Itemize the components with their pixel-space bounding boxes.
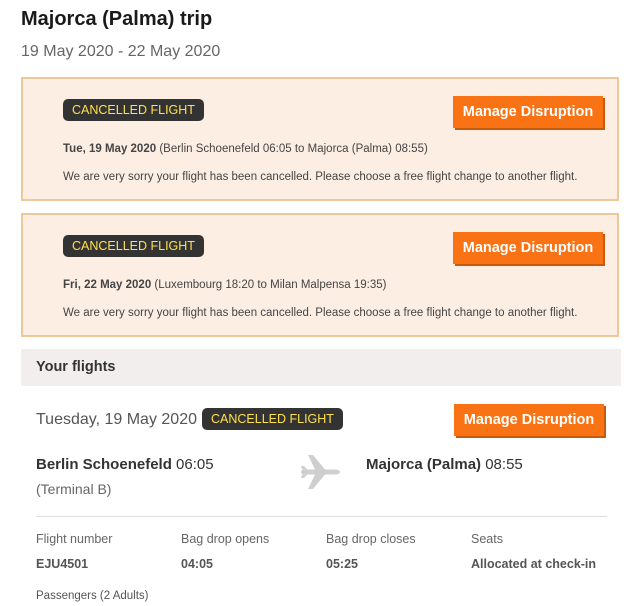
alert-flight-date: Fri, 22 May 2020 bbox=[63, 279, 152, 291]
divider bbox=[36, 516, 607, 517]
destination-time: 08:55 bbox=[481, 456, 523, 473]
seats-label: Seats bbox=[471, 532, 503, 546]
bag-drop-opens-value: 04:05 bbox=[181, 557, 213, 571]
cancelled-flight-badge: CANCELLED FLIGHT bbox=[63, 235, 204, 257]
flight-number-label: Flight number bbox=[36, 532, 113, 546]
alert-flight-info: Tue, 19 May 2020 (Berlin Schoenefeld 06:… bbox=[63, 143, 428, 155]
trip-title: Majorca (Palma) trip bbox=[21, 8, 213, 30]
alert-flight-route: (Luxembourg 18:20 to Milan Malpensa 19:3… bbox=[151, 279, 387, 291]
seats-value: Allocated at check-in bbox=[471, 557, 597, 571]
disruption-alert: CANCELLED FLIGHT Manage Disruption Tue, … bbox=[21, 77, 619, 201]
alert-message: We are very sorry your flight has been c… bbox=[63, 307, 578, 319]
passengers-count: Passengers (2 Adults) bbox=[36, 590, 149, 602]
trip-dates: 19 May 2020 - 22 May 2020 bbox=[21, 43, 221, 60]
origin-name: Berlin Schoenefeld bbox=[36, 456, 172, 473]
bag-drop-opens-label: Bag drop opens bbox=[181, 532, 270, 546]
alert-flight-info: Fri, 22 May 2020 (Luxembourg 18:20 to Mi… bbox=[63, 279, 387, 291]
manage-disruption-button[interactable]: Manage Disruption bbox=[453, 96, 603, 128]
cancelled-flight-badge: CANCELLED FLIGHT bbox=[202, 408, 343, 430]
destination-airport: Majorca (Palma) 08:55 bbox=[366, 456, 523, 473]
your-flights-heading: Your flights bbox=[36, 359, 116, 375]
origin-terminal: (Terminal B) bbox=[36, 481, 112, 497]
plane-icon bbox=[298, 453, 342, 496]
alert-message: We are very sorry your flight has been c… bbox=[63, 171, 578, 183]
flight-number-value: EJU4501 bbox=[36, 557, 89, 571]
bag-drop-closes-label: Bag drop closes bbox=[326, 532, 416, 546]
alert-flight-route: (Berlin Schoenefeld 06:05 to Majorca (Pa… bbox=[156, 143, 428, 155]
origin-airport: Berlin Schoenefeld 06:05 bbox=[36, 456, 214, 473]
alert-flight-date: Tue, 19 May 2020 bbox=[63, 143, 157, 155]
destination-name: Majorca (Palma) bbox=[366, 456, 482, 473]
flight-date: Tuesday, 19 May 2020 bbox=[36, 411, 197, 428]
manage-disruption-button[interactable]: Manage Disruption bbox=[454, 404, 604, 436]
origin-time: 06:05 bbox=[171, 456, 214, 473]
manage-disruption-button[interactable]: Manage Disruption bbox=[453, 232, 603, 264]
bag-drop-closes-value: 05:25 bbox=[326, 557, 358, 571]
your-flights-header: Your flights bbox=[21, 349, 621, 386]
cancelled-flight-badge: CANCELLED FLIGHT bbox=[63, 99, 204, 121]
disruption-alert: CANCELLED FLIGHT Manage Disruption Fri, … bbox=[21, 213, 619, 337]
